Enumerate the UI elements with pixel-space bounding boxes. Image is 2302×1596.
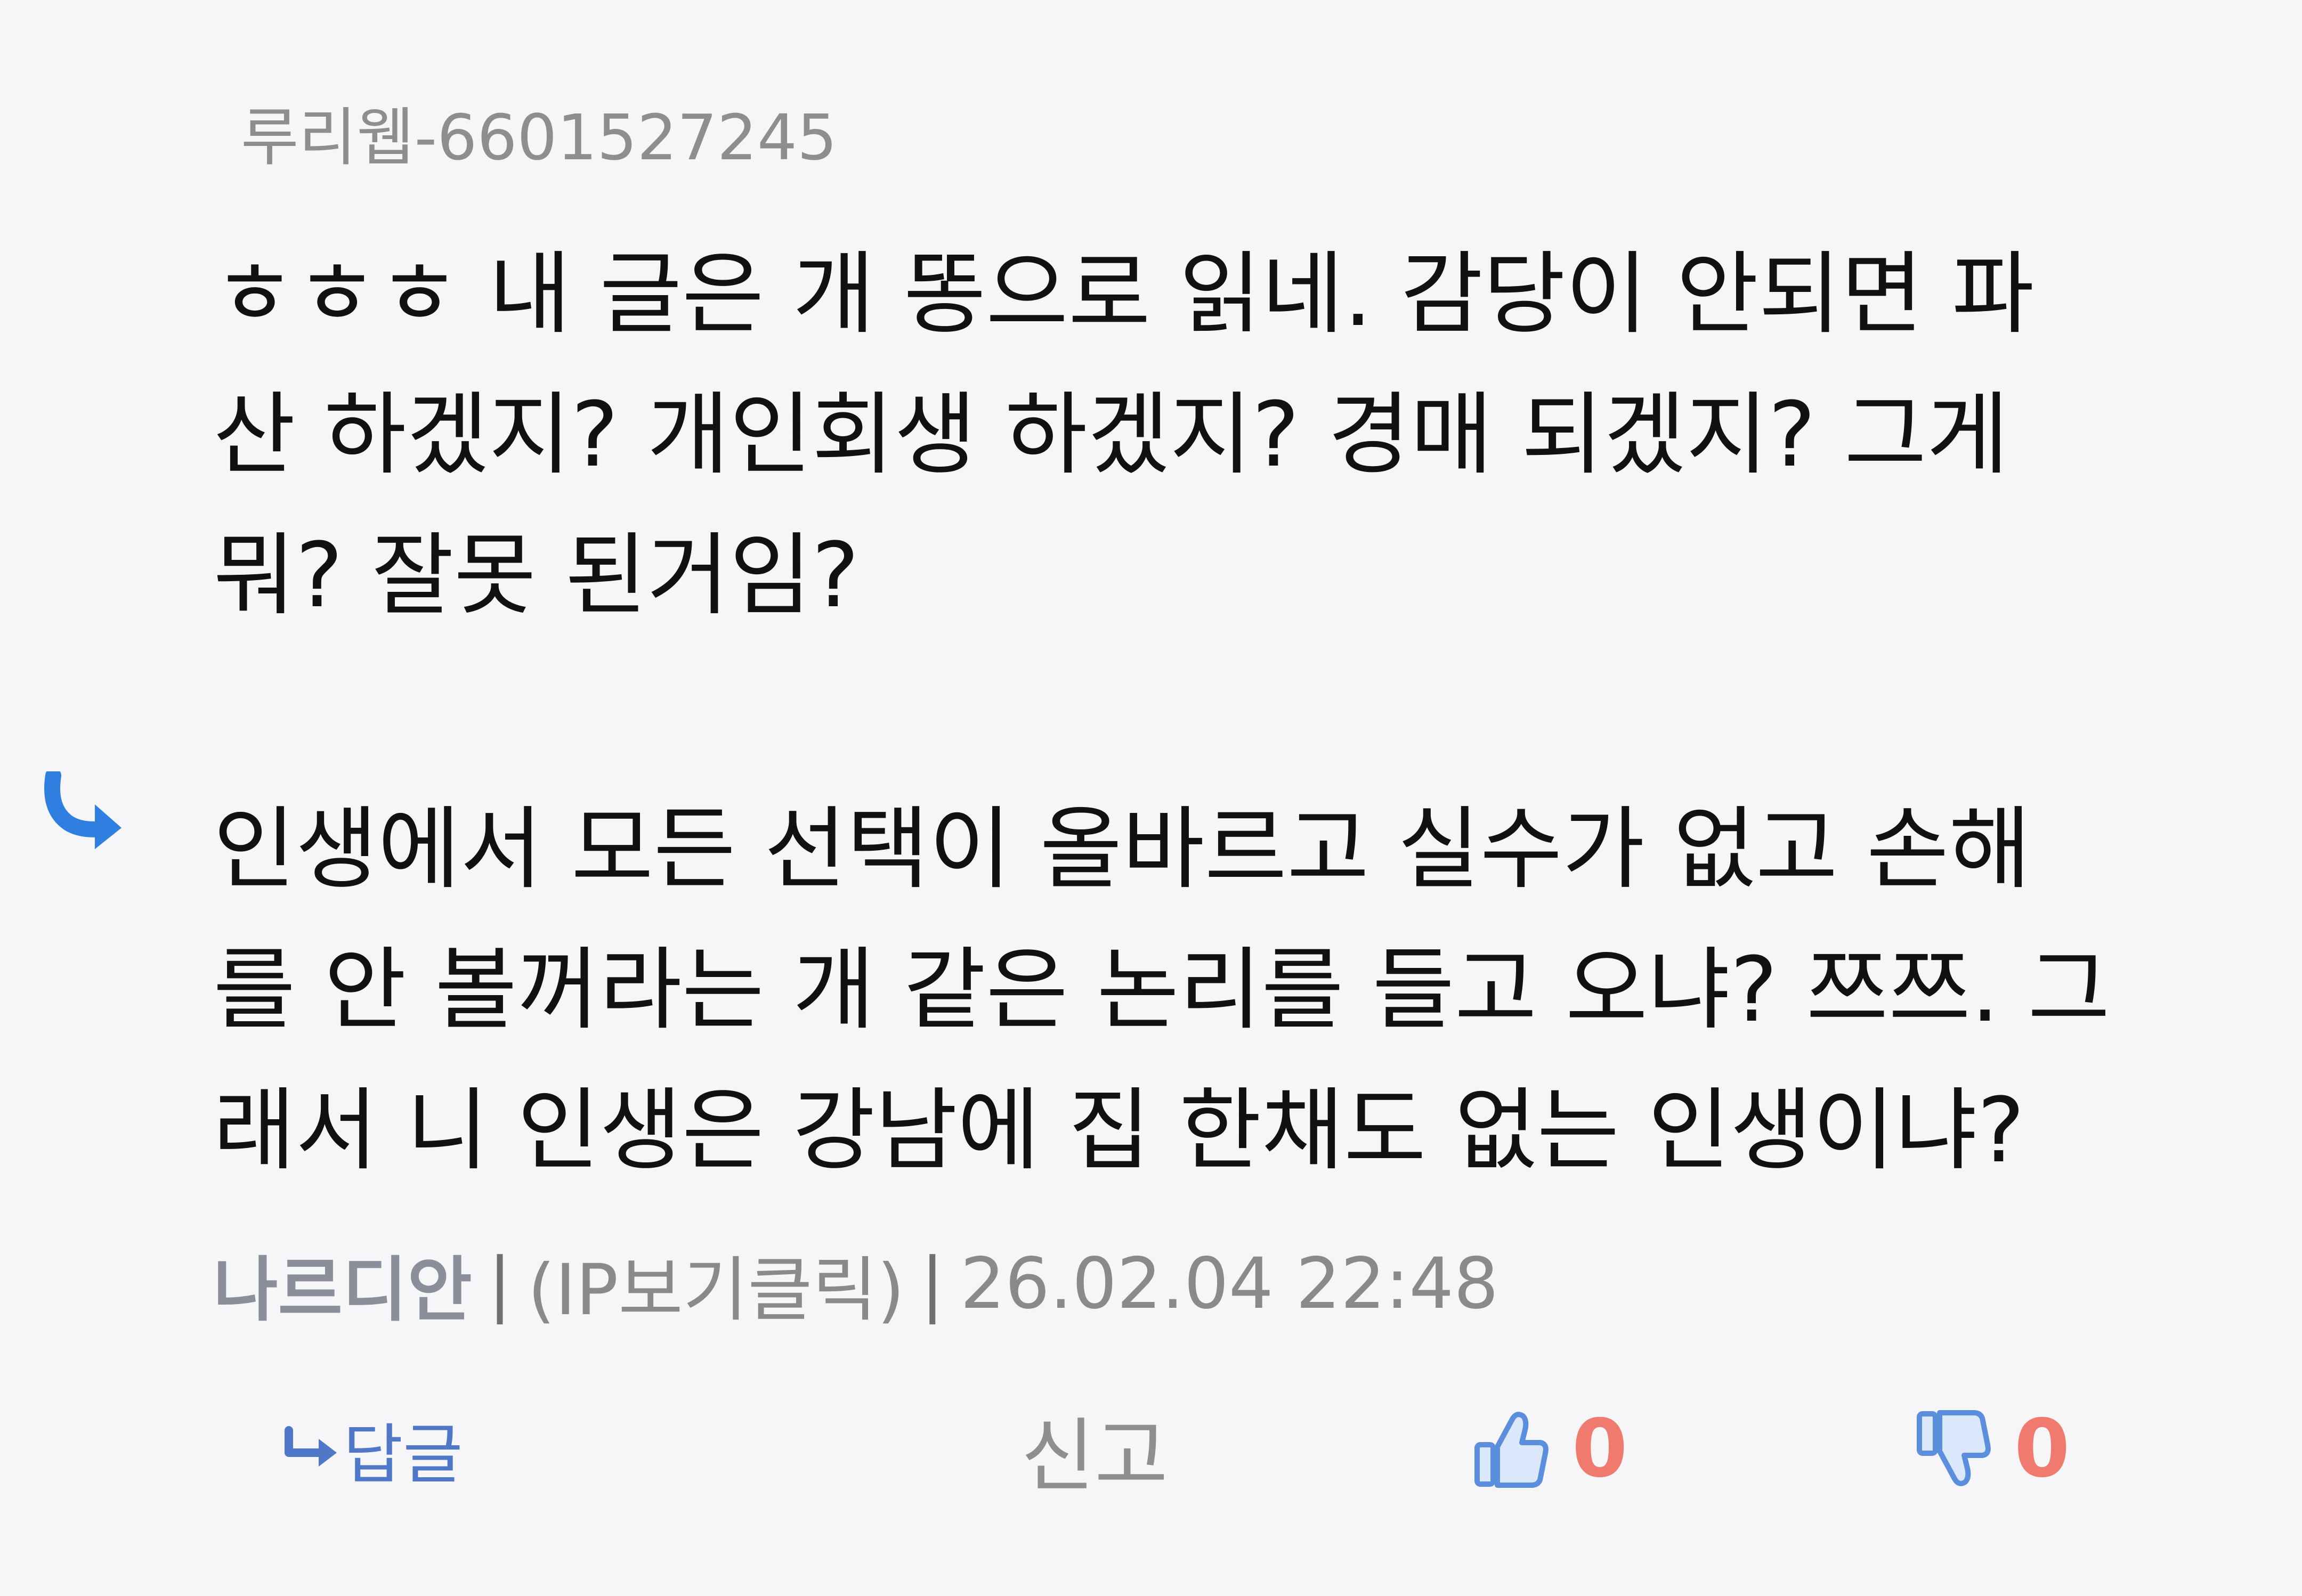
comment-meta: 나르디안 | (IP보기클릭) | 26.02.04 22:48 (213, 1236, 1498, 1332)
reply-arrow-icon (42, 768, 127, 851)
meta-separator: | (488, 1243, 512, 1325)
dislike-count: 0 (2014, 1403, 2070, 1495)
reply-line: 를 안 볼꺼라는 개 같은 논리를 들고 오냐? 쯔쯔. 그 (213, 938, 2110, 1042)
thumbs-down-icon (1917, 1410, 1991, 1486)
report-button[interactable]: 신고 (1021, 1396, 1168, 1503)
like-button[interactable]: 0 (1471, 1396, 1627, 1502)
ip-view-link[interactable]: (IP보기클릭) (528, 1233, 904, 1335)
reply-line: 인생에서 모든 선택이 올바르고 실수가 없고 손해 (213, 797, 2031, 901)
quoted-line: 산 하겠지? 개인회생 하겠지? 경매 되겠지? 그게 (213, 382, 2009, 487)
quoted-line: 뭐? 잘못 된거임? (213, 523, 860, 628)
dislike-button[interactable]: 0 (1913, 1396, 2070, 1502)
reply-button-label: 답글 (343, 1416, 463, 1493)
reply-arrow-small-icon (285, 1426, 337, 1467)
thumbs-up-icon (1474, 1412, 1549, 1488)
author-name[interactable]: 나르디안 (213, 1233, 472, 1335)
quoted-username[interactable]: 루리웹-6601527245 (241, 100, 837, 175)
meta-separator: | (920, 1243, 945, 1325)
reply-comment-text: 인생에서 모든 선택이 올바르고 실수가 없고 손해 를 안 볼꺼라는 개 같은… (213, 779, 2238, 1201)
comment-actions: 답글 신고 0 0 (0, 1396, 2302, 1503)
quoted-line: ㅎㅎㅎ 내 글은 개 똥으로 읽네. 감당이 안되면 파 (213, 242, 2034, 346)
like-count: 0 (1572, 1403, 1628, 1495)
quoted-comment-text: ㅎㅎㅎ 내 글은 개 똥으로 읽네. 감당이 안되면 파 산 하겠지? 개인회생… (213, 224, 2206, 646)
comment-datetime: 26.02.04 22:48 (960, 1243, 1499, 1325)
reply-button[interactable]: 답글 (281, 1396, 463, 1502)
reply-line: 래서 니 인생은 강남에 집 한채도 없는 인생이냐? (213, 1078, 2025, 1183)
report-button-label: 신고 (1021, 1410, 1169, 1503)
